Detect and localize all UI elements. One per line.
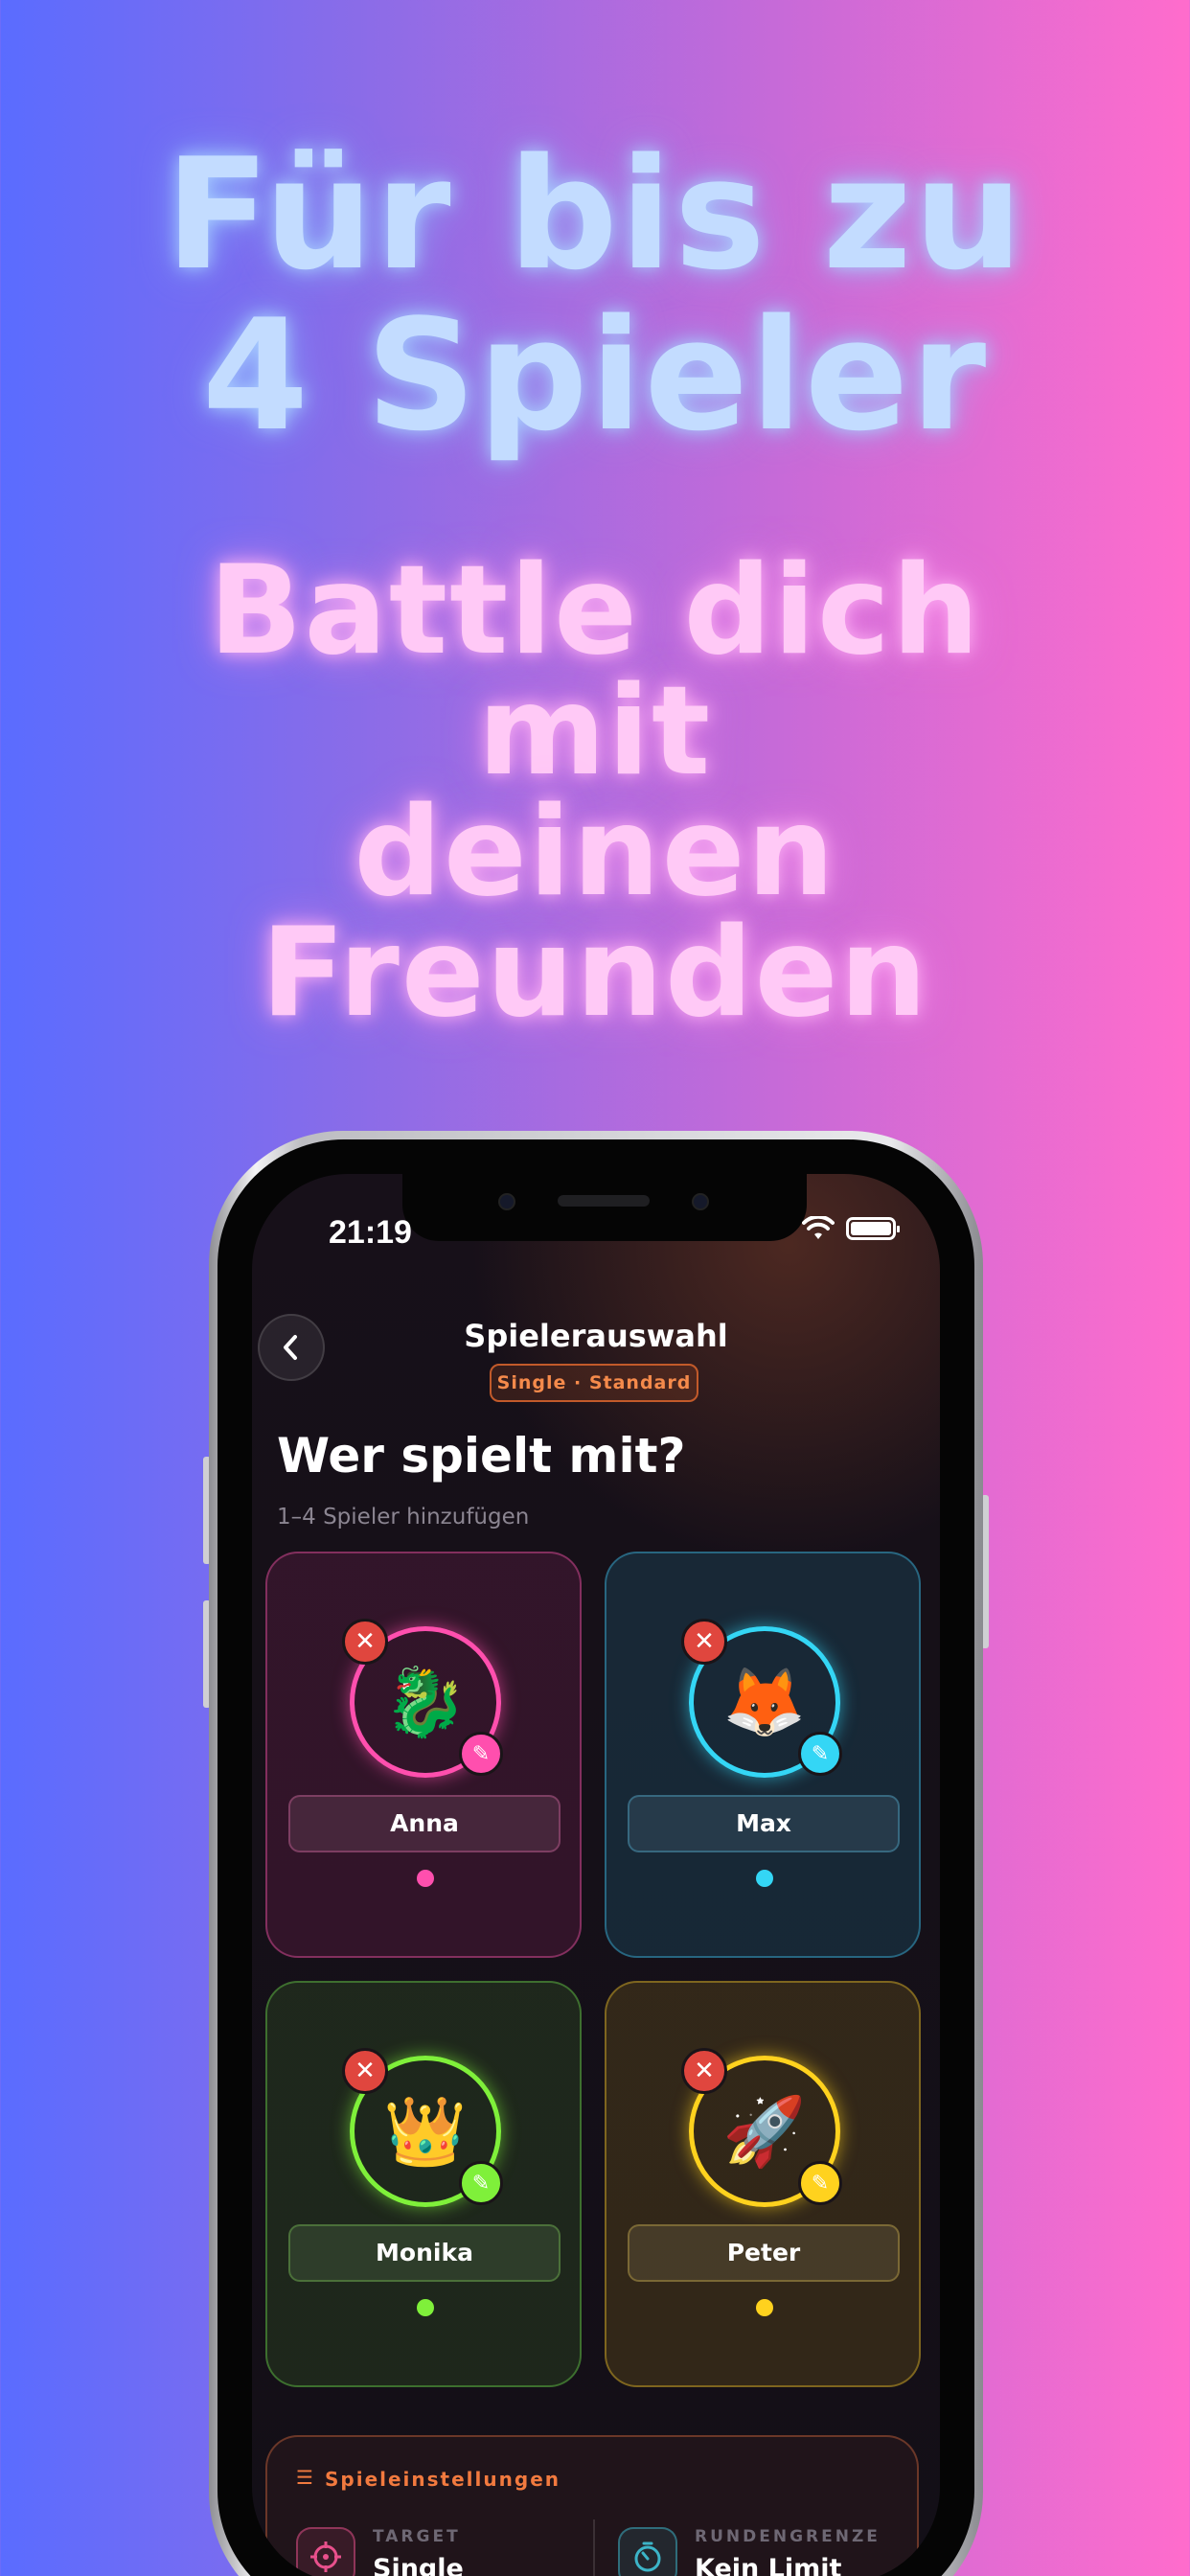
phone-screen: 21:19 Spielerauswahl Single · Standard W…	[252, 1174, 940, 2576]
headline-sub-line-3: deinen	[354, 781, 836, 924]
edit-avatar-button-4[interactable]: ✎	[798, 2161, 842, 2205]
headline-sub-line-2: mit	[477, 660, 713, 803]
phone-frame: 21:19 Spielerauswahl Single · Standard W…	[209, 1131, 983, 2576]
phone-notch	[402, 1174, 807, 1241]
pencil-icon: ✎	[811, 2171, 830, 2196]
player-color-dot-1	[417, 1870, 434, 1887]
timer-icon	[634, 2542, 661, 2572]
pencil-icon: ✎	[471, 1741, 491, 1766]
round-limit-setting-icon[interactable]	[618, 2527, 677, 2576]
player-card-2[interactable]: 🦊 ✕ ✎ Max	[605, 1552, 921, 1958]
earpiece-speaker	[558, 1195, 650, 1207]
player-color-dot-4	[756, 2299, 773, 2316]
headline-sub-line-4: Freunden	[261, 902, 929, 1045]
player-color-dot-3	[417, 2299, 434, 2316]
player-card-4[interactable]: 🚀 ✕ ✎ Peter	[605, 1981, 921, 2387]
nav-title: Spielerauswahl	[464, 1318, 728, 1354]
page-title: Wer spielt mit?	[277, 1428, 686, 1484]
headline-players: Für bis zu 4 Spieler	[0, 134, 1190, 456]
status-icons	[802, 1216, 900, 1241]
target-setting-icon[interactable]	[296, 2527, 355, 2576]
battery-icon	[846, 1217, 900, 1240]
headline-line-1: Für bis zu	[165, 125, 1025, 304]
close-icon: ✕	[694, 1627, 715, 1656]
close-icon: ✕	[355, 2057, 376, 2085]
headline-sub-line-1: Battle dich	[208, 540, 982, 682]
mode-badge: Single · Standard	[490, 1364, 698, 1402]
edit-avatar-button-2[interactable]: ✎	[798, 1732, 842, 1776]
target-value[interactable]: Single	[373, 2554, 464, 2576]
player-color-dot-2	[756, 1870, 773, 1887]
remove-player-button-3[interactable]: ✕	[342, 2048, 388, 2094]
target-label: TARGET	[373, 2527, 461, 2546]
game-settings-card: ☰ Spieleinstellungen TARGET Single RUNDE…	[265, 2435, 919, 2576]
remove-player-button-1[interactable]: ✕	[342, 1619, 388, 1665]
player-name-field-4[interactable]: Peter	[628, 2224, 900, 2282]
headline-battle: Battle dich mit deinen Freunden	[0, 540, 1190, 1045]
sliders-icon: ☰	[296, 2466, 313, 2489]
wifi-icon	[802, 1216, 835, 1239]
face-sensor-icon	[692, 1193, 709, 1210]
close-icon: ✕	[694, 2057, 715, 2085]
round-limit-value[interactable]: Kein Limit	[695, 2554, 841, 2576]
crosshair-icon	[310, 2542, 341, 2572]
status-time: 21:19	[329, 1214, 412, 1251]
edit-avatar-button-1[interactable]: ✎	[459, 1732, 503, 1776]
close-icon: ✕	[355, 1627, 376, 1656]
player-card-1[interactable]: 🐉 ✕ ✎ Anna	[265, 1552, 582, 1958]
player-name-field-3[interactable]: Monika	[288, 2224, 561, 2282]
pencil-icon: ✎	[471, 2171, 491, 2196]
settings-title: Spieleinstellungen	[325, 2468, 561, 2491]
phone-bezel: 21:19 Spielerauswahl Single · Standard W…	[217, 1139, 974, 2576]
headline-line-2: 4 Spieler	[201, 286, 989, 465]
remove-player-button-4[interactable]: ✕	[681, 2048, 727, 2094]
front-camera-icon	[498, 1193, 515, 1210]
player-name-field-2[interactable]: Max	[628, 1795, 900, 1852]
player-card-3[interactable]: 👑 ✕ ✎ Monika	[265, 1981, 582, 2387]
edit-avatar-button-3[interactable]: ✎	[459, 2161, 503, 2205]
round-limit-label: RUNDENGRENZE	[695, 2527, 881, 2546]
player-name-field-1[interactable]: Anna	[288, 1795, 561, 1852]
pencil-icon: ✎	[811, 1741, 830, 1766]
page-subtitle: 1–4 Spieler hinzufügen	[277, 1505, 530, 1530]
settings-divider	[593, 2519, 595, 2576]
remove-player-button-2[interactable]: ✕	[681, 1619, 727, 1665]
